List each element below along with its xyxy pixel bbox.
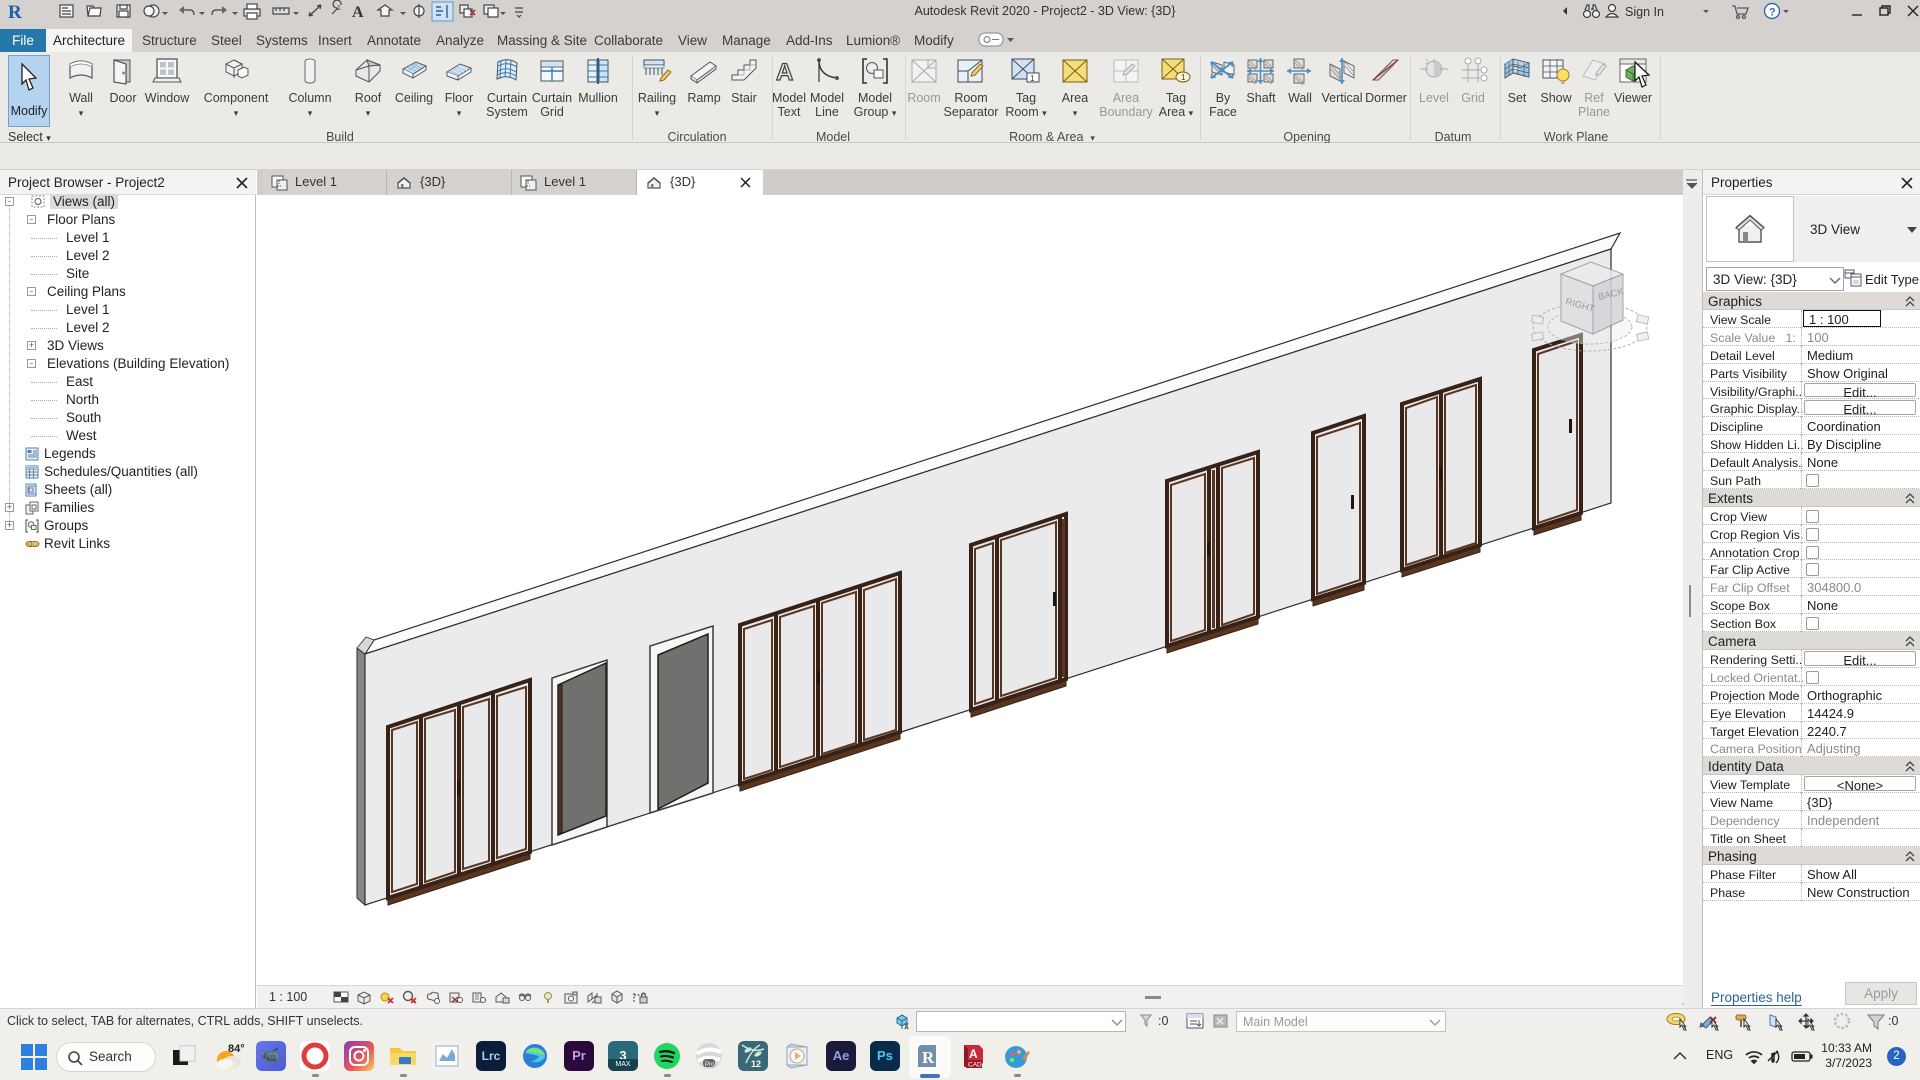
svg-text:Pro: Pro [705,1062,715,1068]
svg-text:R: R [8,2,22,23]
svg-text:1: 1 [1030,74,1035,83]
svg-text:Sign In: Sign In [1625,5,1664,19]
svg-text:1: 1 [1181,73,1186,82]
svg-text:1: 1 [1425,59,1429,66]
svg-text:84°: 84° [228,1043,245,1055]
svg-text:?: ? [1769,7,1776,19]
svg-text:A: A [776,59,793,86]
svg-text:A: A [969,1047,978,1061]
svg-text:R: R [922,1048,935,1067]
svg-text:12: 12 [751,1059,761,1069]
svg-text:CAD: CAD [968,1062,982,1069]
